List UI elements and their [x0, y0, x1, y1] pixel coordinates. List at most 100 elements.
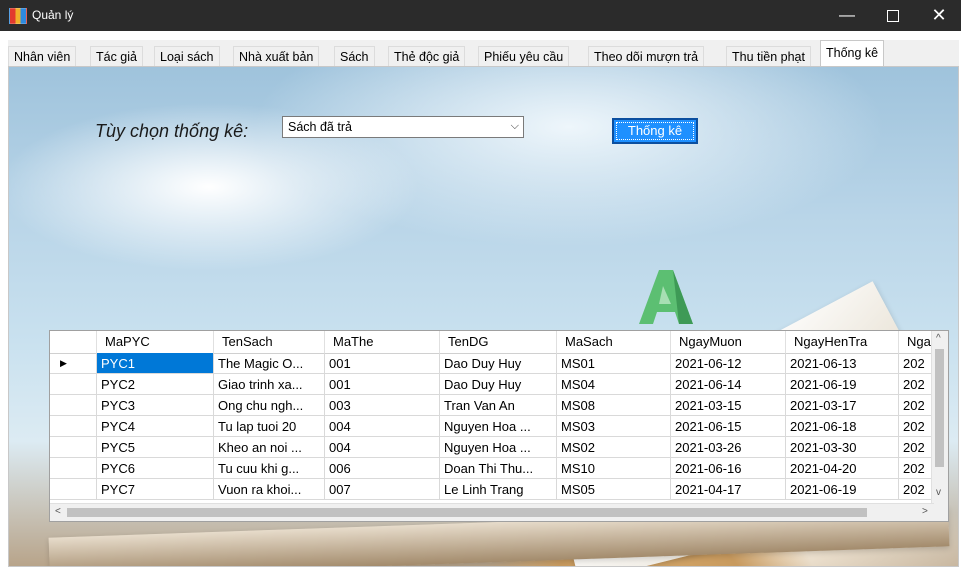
- cell-ngaymuon[interactable]: 2021-03-26: [671, 437, 786, 458]
- column-header-ngay[interactable]: Nga: [899, 331, 935, 353]
- row-header[interactable]: [50, 458, 97, 479]
- tab-tac-gia[interactable]: Tác giả: [90, 46, 143, 66]
- maximize-button[interactable]: [870, 0, 916, 31]
- cell-ngaymuon[interactable]: 2021-06-12: [671, 353, 786, 374]
- table-row[interactable]: PYC5 Kheo an noi ... 004 Nguyen Hoa ... MS02…: [50, 437, 935, 458]
- vertical-scrollbar[interactable]: ^ v: [931, 331, 948, 505]
- cell-ngayhentra[interactable]: 2021-04-20: [786, 458, 899, 479]
- cell-masach[interactable]: MS03: [557, 416, 671, 437]
- cell-ngaymuon[interactable]: 2021-06-15: [671, 416, 786, 437]
- cell-mapyc[interactable]: PYC2: [97, 374, 214, 395]
- cell-masach[interactable]: MS04: [557, 374, 671, 395]
- column-header-masach[interactable]: MaSach: [557, 331, 671, 353]
- row-header[interactable]: [50, 479, 97, 500]
- statistics-data-grid[interactable]: MaPYC TenSach MaThe TenDG MaSach NgayMuo…: [49, 330, 949, 522]
- cell-tendg[interactable]: Dao Duy Huy: [440, 374, 557, 395]
- close-button[interactable]: ✕: [916, 0, 961, 31]
- cell-ngay[interactable]: 202: [899, 395, 935, 416]
- cell-tensach[interactable]: Giao trinh xa...: [214, 374, 325, 395]
- cell-masach[interactable]: MS05: [557, 479, 671, 500]
- cell-ngaymuon[interactable]: 2021-06-16: [671, 458, 786, 479]
- row-header[interactable]: [50, 395, 97, 416]
- tab-sach[interactable]: Sách: [334, 46, 375, 66]
- tab-nha-xuat-ban[interactable]: Nhà xuất bản: [233, 46, 320, 66]
- cell-mapyc[interactable]: PYC6: [97, 458, 214, 479]
- cell-mathe[interactable]: 004: [325, 437, 440, 458]
- cell-ngay[interactable]: 202: [899, 479, 935, 500]
- cell-tendg[interactable]: Nguyen Hoa ...: [440, 416, 557, 437]
- cell-ngaymuon[interactable]: 2021-04-17: [671, 479, 786, 500]
- cell-ngay[interactable]: 202: [899, 416, 935, 437]
- cell-tensach[interactable]: Ong chu ngh...: [214, 395, 325, 416]
- cell-tensach[interactable]: Vuon ra khoi...: [214, 479, 325, 500]
- cell-ngayhentra[interactable]: 2021-06-19: [786, 374, 899, 395]
- table-row[interactable]: PYC3 Ong chu ngh... 003 Tran Van An MS08 2021…: [50, 395, 935, 416]
- tab-loai-sach[interactable]: Loại sách: [154, 46, 220, 66]
- cell-mapyc[interactable]: PYC4: [97, 416, 214, 437]
- cell-ngaymuon[interactable]: 2021-03-15: [671, 395, 786, 416]
- tab-nhan-vien[interactable]: Nhân viên: [8, 46, 77, 66]
- minimize-button[interactable]: —: [824, 0, 870, 31]
- cell-ngayhentra[interactable]: 2021-06-19: [786, 479, 899, 500]
- scroll-down-icon[interactable]: v: [936, 487, 941, 498]
- cell-mathe[interactable]: 003: [325, 395, 440, 416]
- cell-tendg[interactable]: Le Linh Trang: [440, 479, 557, 500]
- column-header-mapyc[interactable]: MaPYC: [97, 331, 214, 353]
- table-row[interactable]: PYC6 Tu cuu khi g... 006 Doan Thi Thu... MS1…: [50, 458, 935, 479]
- table-row[interactable]: PYC2 Giao trinh xa... 001 Dao Duy Huy MS04 20…: [50, 374, 935, 395]
- cell-masach[interactable]: MS01: [557, 353, 671, 374]
- cell-mathe[interactable]: 004: [325, 416, 440, 437]
- cell-tensach[interactable]: Tu cuu khi g...: [214, 458, 325, 479]
- tab-thong-ke[interactable]: Thống kê: [820, 40, 885, 66]
- tab-thu-tien-phat[interactable]: Thu tiền phạt: [726, 46, 811, 66]
- cell-tendg[interactable]: Doan Thi Thu...: [440, 458, 557, 479]
- cell-tendg[interactable]: Dao Duy Huy: [440, 353, 557, 374]
- cell-ngay[interactable]: 202: [899, 458, 935, 479]
- row-header[interactable]: ▶: [50, 353, 97, 374]
- cell-mapyc[interactable]: PYC7: [97, 479, 214, 500]
- cell-masach[interactable]: MS08: [557, 395, 671, 416]
- cell-masach[interactable]: MS02: [557, 437, 671, 458]
- column-header-ngaymuon[interactable]: NgayMuon: [671, 331, 786, 353]
- statistics-option-select[interactable]: Sách đã trả ⌵: [282, 116, 524, 138]
- cell-ngayhentra[interactable]: 2021-06-13: [786, 353, 899, 374]
- table-row[interactable]: ▶ PYC1 The Magic O... 001 Dao Duy Huy MS01 202…: [50, 353, 935, 374]
- column-header-ngayhentra[interactable]: NgayHenTra: [786, 331, 899, 353]
- tab-phieu-yeu-cau[interactable]: Phiếu yêu cầu: [478, 46, 570, 66]
- cell-tensach[interactable]: Kheo an noi ...: [214, 437, 325, 458]
- cell-tendg[interactable]: Nguyen Hoa ...: [440, 437, 557, 458]
- horizontal-scroll-thumb[interactable]: [67, 508, 867, 517]
- tab-theo-doi-muon-tra[interactable]: Theo dõi mượn trả: [588, 46, 705, 66]
- cell-mathe[interactable]: 001: [325, 353, 440, 374]
- cell-ngay[interactable]: 202: [899, 353, 935, 374]
- cell-ngayhentra[interactable]: 2021-06-18: [786, 416, 899, 437]
- cell-ngayhentra[interactable]: 2021-03-17: [786, 395, 899, 416]
- vertical-scroll-thumb[interactable]: [935, 349, 944, 467]
- column-header-tensach[interactable]: TenSach: [214, 331, 325, 353]
- row-header[interactable]: [50, 374, 97, 395]
- cell-masach[interactable]: MS10: [557, 458, 671, 479]
- cell-ngay[interactable]: 202: [899, 437, 935, 458]
- table-row[interactable]: PYC4 Tu lap tuoi 20 004 Nguyen Hoa ... MS03 2…: [50, 416, 935, 437]
- cell-ngaymuon[interactable]: 2021-06-14: [671, 374, 786, 395]
- column-header-tendg[interactable]: TenDG: [440, 331, 557, 353]
- cell-mapyc[interactable]: PYC3: [97, 395, 214, 416]
- tab-the-doc-gia[interactable]: Thẻ độc giả: [388, 46, 466, 66]
- cell-tensach[interactable]: Tu lap tuoi 20: [214, 416, 325, 437]
- cell-ngay[interactable]: 202: [899, 374, 935, 395]
- cell-mapyc[interactable]: PYC5: [97, 437, 214, 458]
- cell-ngayhentra[interactable]: 2021-03-30: [786, 437, 899, 458]
- row-header[interactable]: [50, 437, 97, 458]
- cell-mathe[interactable]: 006: [325, 458, 440, 479]
- horizontal-scrollbar[interactable]: < >: [50, 503, 934, 521]
- cell-mathe[interactable]: 001: [325, 374, 440, 395]
- cell-mapyc[interactable]: PYC1: [97, 353, 214, 374]
- column-header-mathe[interactable]: MaThe: [325, 331, 440, 353]
- cell-mathe[interactable]: 007: [325, 479, 440, 500]
- cell-tendg[interactable]: Tran Van An: [440, 395, 557, 416]
- table-row[interactable]: PYC7 Vuon ra khoi... 007 Le Linh Trang MS05 2…: [50, 479, 935, 500]
- scroll-up-icon[interactable]: ^: [936, 333, 941, 344]
- row-header[interactable]: [50, 416, 97, 437]
- statistics-button[interactable]: Thống kê: [612, 118, 698, 144]
- scroll-right-icon[interactable]: >: [922, 506, 928, 517]
